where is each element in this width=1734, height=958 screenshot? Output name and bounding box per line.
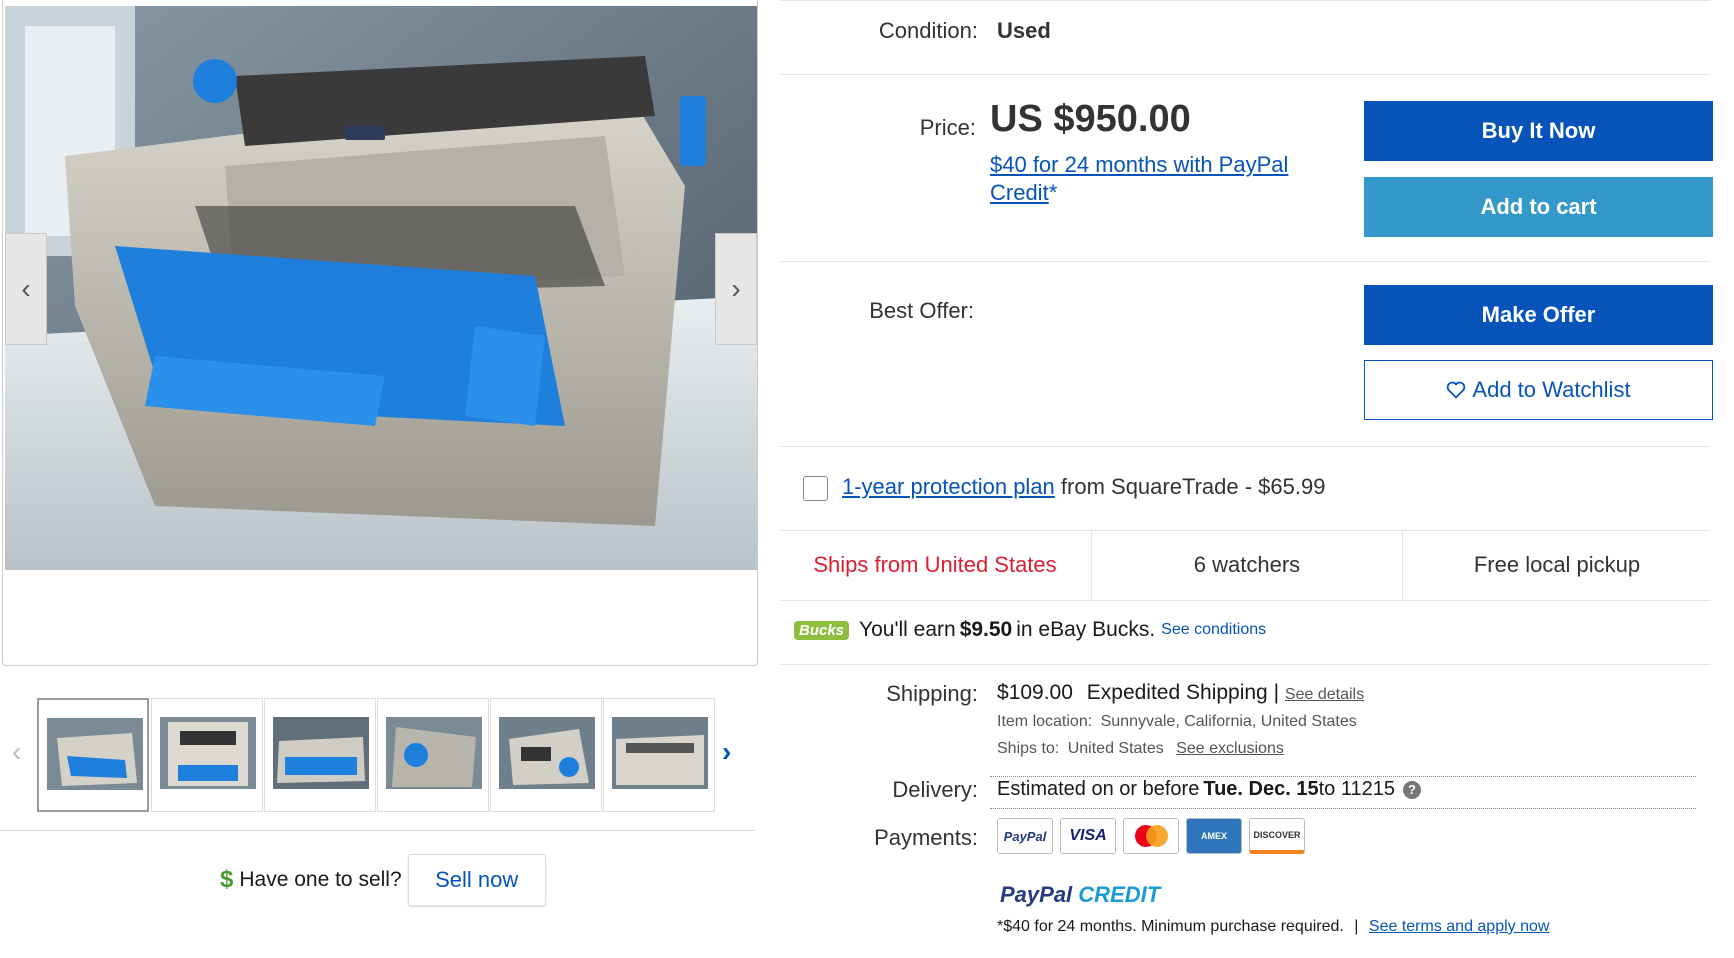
- next-image-button[interactable]: ›: [715, 233, 757, 345]
- sell-now-button[interactable]: Sell now: [407, 854, 546, 906]
- delivery-estimate: Estimated on or before Tue. Dec. 15 to 1…: [997, 778, 1421, 801]
- delivery-prefix: Estimated on or before: [997, 778, 1200, 800]
- divider: [990, 808, 1696, 809]
- protection-plan-link[interactable]: 1-year protection plan: [842, 474, 1055, 499]
- sell-prompt-text: Have one to sell?: [239, 868, 402, 891]
- thumbnail-2[interactable]: [151, 698, 263, 812]
- see-details-link[interactable]: See details: [1285, 686, 1364, 703]
- price-label: Price:: [919, 115, 976, 140]
- ships-to: Ships to: United States See exclusions: [997, 740, 1284, 758]
- protection-plan-text: from SquareTrade - $65.99: [1054, 474, 1326, 499]
- main-product-image[interactable]: ‹ ›: [2, 0, 758, 666]
- item-location: Item location: Sunnyvale, California, Un…: [997, 713, 1357, 731]
- delivery-date: Tue. Dec. 15: [1203, 778, 1319, 800]
- help-icon[interactable]: ?: [1402, 780, 1421, 799]
- ships-from-badge: Ships from United States: [813, 552, 1057, 577]
- condition-label: Condition:: [878, 18, 978, 43]
- thumbnail-3[interactable]: [264, 698, 376, 812]
- ebay-bucks-row: Bucks You'll earn $9.50 in eBay Bucks. S…: [794, 618, 1266, 642]
- ships-to-label: Ships to:: [997, 740, 1060, 757]
- thumb-image: [273, 717, 369, 789]
- watchers-count: 6 watchers: [1193, 552, 1301, 577]
- thumbnail-4[interactable]: [377, 698, 489, 812]
- paypal-card-icon: PayPal: [997, 818, 1053, 854]
- chevron-right-icon: ›: [731, 273, 741, 304]
- shipping-summary: $109.00 Expedited Shipping | See details: [997, 681, 1364, 705]
- location-label: Item location:: [997, 713, 1093, 730]
- sell-prompt: $ Have one to sell? Sell now: [220, 854, 546, 906]
- thumb-image: [47, 718, 143, 790]
- visa-card-icon: VISA: [1060, 818, 1116, 854]
- thumb-image: [160, 717, 256, 789]
- local-pickup-badge: Free local pickup: [1473, 552, 1641, 577]
- location-value: Sunnyvale, California, United States: [1100, 713, 1357, 730]
- price-value: US $950.00: [990, 98, 1191, 140]
- thumb-next-icon[interactable]: ›: [722, 738, 731, 766]
- protection-plan-checkbox[interactable]: [803, 476, 828, 501]
- best-offer-label: Best Offer:: [869, 298, 974, 323]
- thumb-image: [612, 717, 708, 789]
- chevron-left-icon: ‹: [21, 273, 31, 304]
- divider: [780, 74, 1710, 75]
- add-to-watchlist-button[interactable]: Add to Watchlist: [1364, 360, 1713, 420]
- mastercard-logo: [1135, 825, 1168, 847]
- shipping-method: Expedited Shipping: [1086, 681, 1268, 704]
- ships-to-value: United States: [1067, 740, 1164, 757]
- bucks-text-suffix: in eBay Bucks.: [1016, 618, 1156, 641]
- divider: [780, 446, 1710, 447]
- shipping-cost: $109.00: [997, 681, 1073, 704]
- divider: [780, 664, 1710, 665]
- mastercard-icon: [1123, 818, 1179, 854]
- see-terms-link[interactable]: See terms and apply now: [1369, 918, 1550, 935]
- divider: [990, 776, 1696, 777]
- typewriter-photo: [5, 6, 757, 570]
- separator: |: [1273, 681, 1280, 704]
- bucks-text-prefix: You'll earn: [859, 618, 956, 641]
- paypal-credit-link[interactable]: $40 for 24 months with PayPal Credit: [990, 152, 1288, 205]
- thumbnail-5[interactable]: [490, 698, 602, 812]
- protection-plan-row: 1-year protection plan from SquareTrade …: [842, 474, 1325, 500]
- paypal-credit-offer: $40 for 24 months with PayPal Credit*: [990, 151, 1310, 207]
- buy-it-now-button[interactable]: Buy It Now: [1364, 101, 1713, 161]
- bucks-amount: $9.50: [959, 618, 1013, 641]
- divider: [780, 600, 1710, 601]
- discover-card-icon: DISCOVER: [1249, 818, 1305, 854]
- asterisk: *: [1048, 180, 1058, 205]
- thumbnail-strip: ‹ ›: [0, 698, 756, 812]
- separator: |: [1354, 918, 1359, 935]
- prev-image-button[interactable]: ‹: [5, 233, 47, 345]
- paypal-credit-logo: PayPal CREDIT: [1000, 882, 1160, 908]
- payments-label: Payments:: [874, 825, 978, 850]
- bucks-icon: Bucks: [794, 620, 850, 640]
- add-to-cart-button[interactable]: Add to cart: [1364, 177, 1713, 237]
- divider: [780, 261, 1710, 262]
- amex-card-icon: AMEX: [1186, 818, 1242, 854]
- shipping-label: Shipping:: [886, 681, 978, 706]
- heart-icon: [1446, 381, 1466, 399]
- thumbnail-6[interactable]: [603, 698, 715, 812]
- thumbnail-1[interactable]: [37, 698, 149, 812]
- paypal-credit-footnote: *$40 for 24 months. Minimum purchase req…: [997, 918, 1549, 936]
- condition-value: Used: [997, 18, 1051, 43]
- footnote-text: *$40 for 24 months. Minimum purchase req…: [997, 918, 1344, 935]
- delivery-label: Delivery:: [892, 777, 978, 802]
- watchlist-label: Add to Watchlist: [1472, 377, 1631, 402]
- make-offer-button[interactable]: Make Offer: [1364, 285, 1713, 345]
- dollar-icon: $: [220, 866, 234, 893]
- divider: [0, 830, 756, 831]
- thumb-prev-icon[interactable]: ‹: [12, 738, 21, 766]
- credit-word: CREDIT: [1078, 882, 1161, 907]
- delivery-suffix: to 11215: [1318, 778, 1395, 800]
- thumb-image: [499, 717, 595, 789]
- see-exclusions-link[interactable]: See exclusions: [1176, 740, 1284, 757]
- see-conditions-link[interactable]: See conditions: [1161, 621, 1266, 639]
- paypal-word: PayPal: [1000, 882, 1073, 907]
- thumb-image: [386, 717, 482, 789]
- divider: [780, 0, 1710, 1]
